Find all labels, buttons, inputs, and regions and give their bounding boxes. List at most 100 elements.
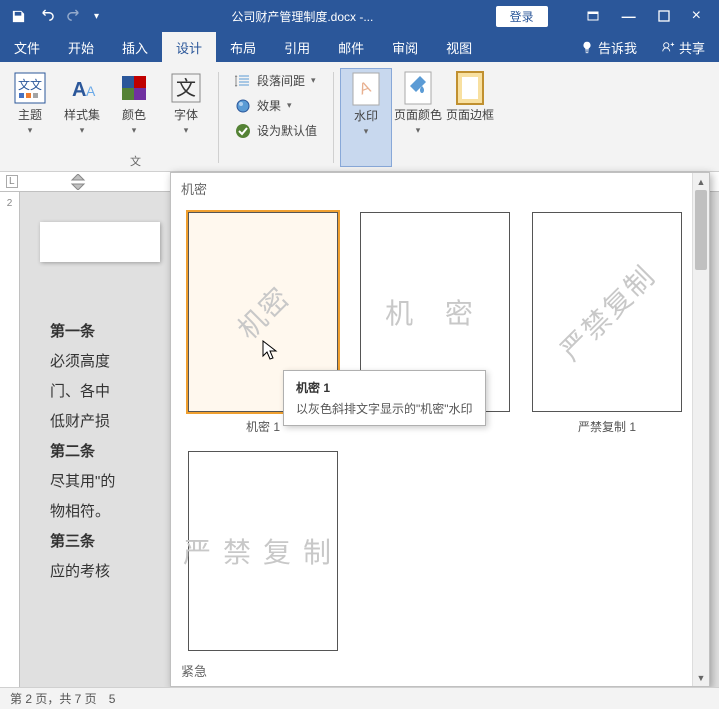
document-text[interactable]: 第一条必须高度门、各中低财产损第二条尽其用"的物相符。第三条应的考核 (50, 317, 160, 587)
fonts-button[interactable]: 文 字体 ▾ (160, 68, 212, 167)
tab-mailings[interactable]: 邮件 (324, 32, 378, 63)
chevron-down-icon: ▾ (28, 125, 33, 135)
tell-me-label: 告诉我 (598, 38, 637, 57)
watermark-button[interactable]: A 水印 ▾ (340, 68, 392, 167)
set-default-label: 设为默认值 (257, 122, 317, 139)
bulb-icon (580, 40, 594, 54)
tab-insert[interactable]: 插入 (108, 32, 162, 63)
scroll-up-icon[interactable]: ▲ (693, 173, 709, 190)
chevron-down-icon: ▾ (364, 126, 369, 136)
tab-references[interactable]: 引用 (270, 32, 324, 63)
watermark-gallery: 机密 机密机密 1机 密严禁复制严禁复制 1严禁复制严禁复制 2 紧急 ▲ ▼ (170, 172, 710, 687)
share-button[interactable]: 共享 (647, 38, 719, 57)
page-borders-label: 页面边框 (446, 108, 494, 122)
watermark-option-label: 机密 1 (246, 418, 280, 435)
ribbon-display-icon[interactable] (586, 9, 600, 23)
close-icon[interactable]: × (692, 7, 701, 25)
page-color-icon (400, 70, 436, 106)
watermark-icon: A (348, 71, 384, 107)
document-line[interactable]: 第二条 (50, 437, 160, 467)
window-controls: — × (568, 7, 719, 25)
tab-selector[interactable]: L (6, 175, 18, 188)
document-line[interactable]: 物相符。 (50, 497, 160, 527)
svg-text:A: A (86, 83, 96, 99)
watermark-preview-text: 机 密 (385, 292, 485, 332)
ribbon: 文文 主题▾ AA 样式集▾ 颜色▾ 文 字体▾ 段落间距 ▾ (0, 62, 719, 172)
svg-text:文: 文 (176, 77, 196, 100)
paragraph-spacing-label: 段落间距 (257, 72, 305, 89)
maximize-icon[interactable] (658, 10, 670, 22)
tab-view[interactable]: 视图 (432, 32, 486, 63)
watermark-thumbnail: 严禁复制 (532, 212, 682, 412)
scroll-thumb[interactable] (695, 190, 707, 270)
chevron-down-icon: ▾ (287, 100, 292, 111)
svg-text:A: A (72, 79, 86, 101)
ruler-vertical[interactable]: 2 (0, 192, 20, 687)
svg-text:文文: 文文 (18, 77, 42, 92)
set-default-button[interactable]: 设为默认值 (231, 120, 321, 141)
login-button[interactable]: 登录 (496, 6, 548, 27)
colors-icon (116, 70, 152, 106)
document-line[interactable]: 必须高度 (50, 347, 160, 377)
fonts-label: 字体 (174, 108, 198, 122)
scrollbar[interactable]: ▲ ▼ (692, 173, 709, 686)
gallery-items: 机密机密 1机 密严禁复制严禁复制 1严禁复制严禁复制 2 (171, 204, 709, 682)
share-icon (661, 40, 675, 54)
save-icon[interactable] (10, 8, 26, 24)
undo-icon[interactable] (38, 8, 54, 24)
watermark-label: 水印 (354, 109, 378, 123)
watermark-preview-text: 严禁复制 (550, 255, 663, 368)
themes-label: 主题 (18, 108, 42, 122)
quick-access-toolbar: ▾ (0, 8, 109, 24)
paragraph-spacing-button[interactable]: 段落间距 ▾ (231, 70, 321, 91)
watermark-thumbnail: 严禁复制 (188, 451, 338, 651)
document-line[interactable]: 尽其用"的 (50, 467, 160, 497)
document-line[interactable]: 应的考核 (50, 557, 160, 587)
scroll-down-icon[interactable]: ▼ (693, 669, 709, 686)
chevron-down-icon: ▾ (416, 125, 421, 135)
tab-home[interactable]: 开始 (54, 32, 108, 63)
tell-me[interactable]: 告诉我 (570, 38, 647, 57)
tab-review[interactable]: 审阅 (378, 32, 432, 63)
page-borders-icon (452, 70, 488, 106)
colors-label: 颜色 (122, 108, 146, 122)
style-sets-label: 样式集 (64, 108, 100, 122)
document-line[interactable]: 第一条 (50, 317, 160, 347)
themes-icon: 文文 (12, 70, 48, 106)
effects-icon (235, 98, 251, 114)
tab-file[interactable]: 文件 (0, 32, 54, 63)
document-line[interactable]: 第三条 (50, 527, 160, 557)
page-color-button[interactable]: 页面颜色 ▾ (392, 68, 444, 167)
word-count[interactable]: 5 (109, 692, 116, 706)
page-borders-button[interactable]: 页面边框 (444, 68, 496, 167)
themes-button[interactable]: 文文 主题 ▾ (4, 68, 56, 167)
document-line[interactable]: 门、各中 (50, 377, 160, 407)
watermark-preview-text: 机密 (228, 277, 299, 348)
chevron-down-icon: ▾ (184, 125, 189, 135)
document-page-fragment[interactable] (40, 222, 160, 262)
indent-marker-icon[interactable] (70, 174, 86, 190)
tab-design[interactable]: 设计 (162, 32, 216, 63)
chevron-down-icon: ▾ (132, 125, 137, 135)
qat-dropdown-icon[interactable]: ▾ (94, 11, 99, 22)
chevron-down-icon: ▾ (80, 125, 85, 135)
document-line[interactable]: 低财产损 (50, 407, 160, 437)
page-indicator[interactable]: 第 2 页，共 7 页 (10, 690, 97, 707)
watermark-option[interactable]: 严禁复制严禁复制 1 (529, 212, 685, 435)
paragraph-spacing-icon (235, 73, 251, 89)
minimize-icon[interactable]: — (622, 8, 636, 24)
gallery-section-footer: 紧急 (171, 655, 692, 686)
effects-button[interactable]: 效果 ▾ (231, 95, 321, 116)
fonts-icon: 文 (168, 70, 204, 106)
style-sets-button[interactable]: AA 样式集 ▾ (56, 68, 108, 167)
watermark-option-label: 严禁复制 1 (578, 418, 636, 435)
watermark-option[interactable]: 严禁复制严禁复制 2 (185, 451, 341, 674)
title-bar: ▾ 公司财产管理制度.docx -... 登录 — × (0, 0, 719, 32)
redo-icon[interactable] (66, 8, 82, 24)
tab-layout[interactable]: 布局 (216, 32, 270, 63)
ribbon-group-label: 文 (130, 153, 141, 169)
page-color-label: 页面颜色 (394, 108, 442, 122)
tooltip: 机密 1 以灰色斜排文字显示的"机密"水印 (283, 370, 486, 426)
share-label: 共享 (679, 38, 705, 57)
tooltip-body: 以灰色斜排文字显示的"机密"水印 (296, 400, 473, 417)
